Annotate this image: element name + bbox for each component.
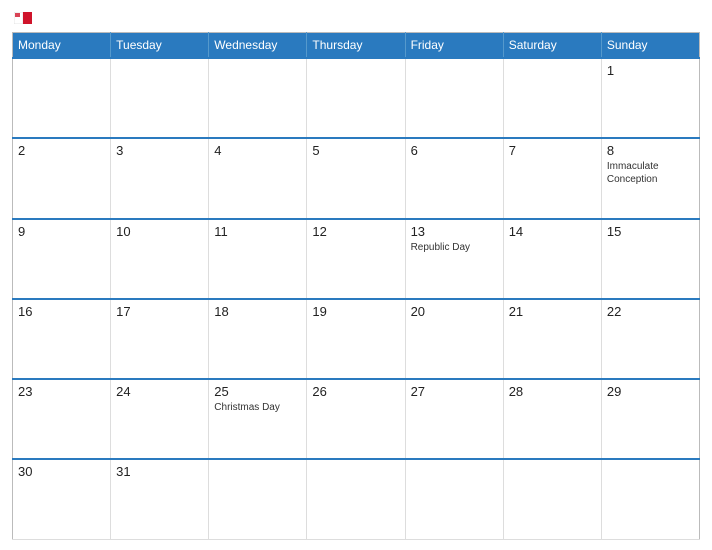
calendar-page: MondayTuesdayWednesdayThursdayFridaySatu… [0, 0, 712, 550]
date-number: 4 [214, 143, 301, 158]
date-number: 23 [18, 384, 105, 399]
weekday-header: Monday [13, 33, 111, 59]
weekday-header: Sunday [601, 33, 699, 59]
holiday-label: Immaculate Conception [607, 160, 694, 186]
calendar-cell: 23 [13, 379, 111, 459]
calendar-cell: 17 [111, 299, 209, 379]
calendar-week-row: 1 [13, 58, 700, 138]
date-number: 2 [18, 143, 105, 158]
weekday-header: Saturday [503, 33, 601, 59]
date-number: 20 [411, 304, 498, 319]
calendar-week-row: 30 31 [13, 459, 700, 539]
calendar-cell: 16 [13, 299, 111, 379]
calendar-cell: 6 [405, 138, 503, 218]
calendar-cell [601, 459, 699, 539]
date-number: 18 [214, 304, 301, 319]
date-number: 6 [411, 143, 498, 158]
date-number: 22 [607, 304, 694, 319]
calendar-cell: 11 [209, 219, 307, 299]
date-number: 24 [116, 384, 203, 399]
calendar-cell [307, 58, 405, 138]
calendar-cell: 27 [405, 379, 503, 459]
calendar-cell: 5 [307, 138, 405, 218]
calendar-week-row: 16 17 18 19 20 21 22 [13, 299, 700, 379]
calendar-cell [503, 459, 601, 539]
calendar-cell [307, 459, 405, 539]
calendar-cell: 8 Immaculate Conception [601, 138, 699, 218]
calendar-cell: 7 [503, 138, 601, 218]
calendar-cell: 2 [13, 138, 111, 218]
calendar-cell: 1 [601, 58, 699, 138]
calendar-week-row: 2345678 Immaculate Conception [13, 138, 700, 218]
weekday-header: Friday [405, 33, 503, 59]
date-number: 3 [116, 143, 203, 158]
calendar-cell: 3 [111, 138, 209, 218]
logo-flag-icon [14, 12, 32, 24]
date-number: 27 [411, 384, 498, 399]
calendar-week-row: 9 10 11 12 13 Republic Day 14 15 [13, 219, 700, 299]
date-number: 31 [116, 464, 203, 479]
date-number: 16 [18, 304, 105, 319]
calendar-cell: 25 Christmas Day [209, 379, 307, 459]
calendar-table: MondayTuesdayWednesdayThursdayFridaySatu… [12, 32, 700, 540]
date-number: 5 [312, 143, 399, 158]
calendar-cell [503, 58, 601, 138]
calendar-cell: 4 [209, 138, 307, 218]
calendar-cell: 20 [405, 299, 503, 379]
calendar-cell: 22 [601, 299, 699, 379]
holiday-label: Christmas Day [214, 401, 301, 414]
date-number: 29 [607, 384, 694, 399]
calendar-cell: 30 [13, 459, 111, 539]
calendar-cell: 21 [503, 299, 601, 379]
calendar-cell: 24 [111, 379, 209, 459]
calendar-cell: 15 [601, 219, 699, 299]
holiday-label: Republic Day [411, 241, 498, 254]
calendar-cell [405, 58, 503, 138]
date-number: 25 [214, 384, 301, 399]
date-number: 1 [607, 63, 694, 78]
calendar-cell: 10 [111, 219, 209, 299]
calendar-cell [209, 459, 307, 539]
date-number: 10 [116, 224, 203, 239]
calendar-cell: 12 [307, 219, 405, 299]
date-number: 30 [18, 464, 105, 479]
weekday-header: Tuesday [111, 33, 209, 59]
calendar-cell: 14 [503, 219, 601, 299]
calendar-cell: 26 [307, 379, 405, 459]
weekday-header-row: MondayTuesdayWednesdayThursdayFridaySatu… [13, 33, 700, 59]
calendar-cell [111, 58, 209, 138]
calendar-cell: 13 Republic Day [405, 219, 503, 299]
weekday-header: Thursday [307, 33, 405, 59]
date-number: 28 [509, 384, 596, 399]
date-number: 11 [214, 224, 301, 239]
calendar-cell [13, 58, 111, 138]
date-number: 17 [116, 304, 203, 319]
calendar-cell: 9 [13, 219, 111, 299]
calendar-cell: 19 [307, 299, 405, 379]
date-number: 26 [312, 384, 399, 399]
logo [12, 10, 32, 26]
header [12, 10, 700, 26]
date-number: 13 [411, 224, 498, 239]
calendar-week-row: 23 24 25 Christmas Day 26 27 28 29 [13, 379, 700, 459]
date-number: 7 [509, 143, 596, 158]
calendar-cell: 29 [601, 379, 699, 459]
date-number: 8 [607, 143, 694, 158]
calendar-cell: 28 [503, 379, 601, 459]
date-number: 21 [509, 304, 596, 319]
calendar-cell [209, 58, 307, 138]
date-number: 19 [312, 304, 399, 319]
calendar-cell: 18 [209, 299, 307, 379]
logo-blue-text [12, 10, 32, 26]
date-number: 9 [18, 224, 105, 239]
date-number: 14 [509, 224, 596, 239]
calendar-cell: 31 [111, 459, 209, 539]
calendar-cell [405, 459, 503, 539]
weekday-header: Wednesday [209, 33, 307, 59]
date-number: 15 [607, 224, 694, 239]
date-number: 12 [312, 224, 399, 239]
